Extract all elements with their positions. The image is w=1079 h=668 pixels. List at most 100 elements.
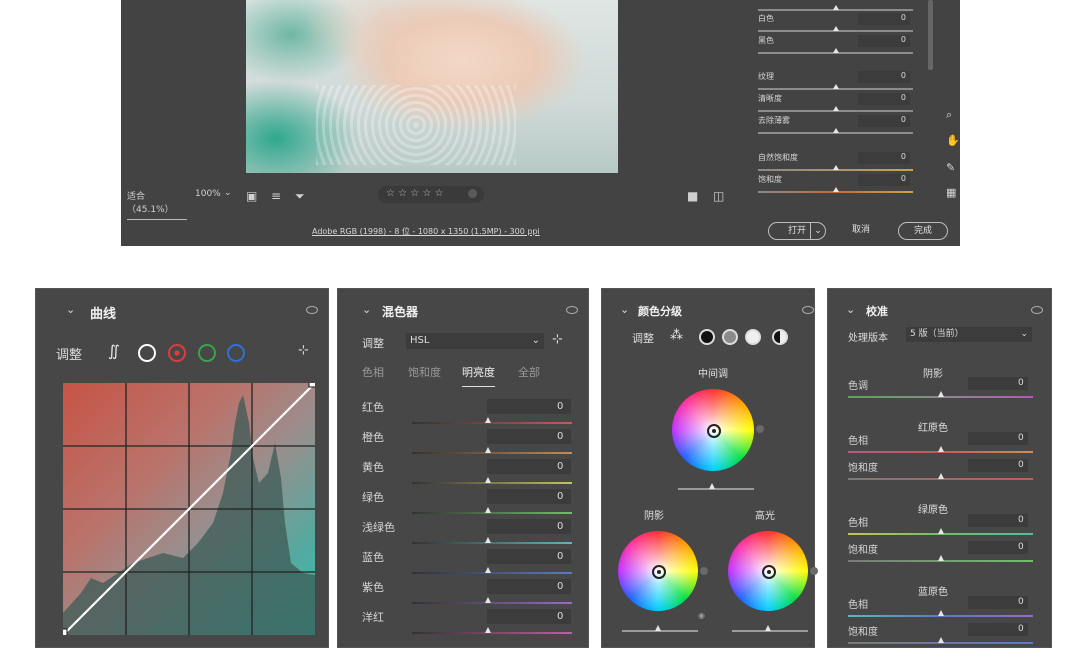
slider-thumb[interactable] [709, 483, 715, 489]
process-version-label: 处理版本 [848, 333, 888, 344]
mixer-row-aqua: 浅绿色 0 [362, 519, 572, 549]
mixer-row-purple: 紫色 0 [362, 579, 572, 609]
slider-thumb[interactable] [485, 417, 491, 423]
black-point-handle[interactable] [63, 628, 68, 635]
done-button[interactable]: 完成 [898, 222, 948, 240]
rating-stars[interactable]: ☆ ☆ ☆ ☆ ☆ [386, 188, 444, 199]
slider-thumb[interactable] [938, 391, 944, 397]
slider-thumb[interactable] [833, 84, 839, 89]
slider-thumb[interactable] [485, 627, 491, 633]
blue-channel-button[interactable] [227, 344, 245, 362]
slider-row-dehaze: 去除薄雾 0 [758, 115, 928, 143]
adjust-select[interactable]: HSL ⌄ [406, 333, 544, 349]
eyedropper-tool-icon[interactable]: ✎ [946, 161, 955, 174]
slider-thumb[interactable] [938, 610, 944, 616]
chevron-down-icon[interactable]: ⌄ [224, 188, 232, 198]
process-version-select[interactable]: 5 版（当前） ⌄ [906, 327, 1032, 342]
before-after-icon[interactable]: ▣ [246, 189, 257, 203]
three-way-view-icon[interactable]: ⁂ [670, 328, 683, 343]
tab-saturation[interactable]: 饱和度 [408, 364, 441, 380]
wheel-handle[interactable] [707, 424, 721, 438]
midtones-label: 中间调 [698, 369, 728, 380]
eye-icon[interactable] [802, 306, 814, 314]
midtones-luminance-slider[interactable] [678, 488, 754, 490]
midtones-view-button[interactable] [722, 329, 738, 345]
parametric-curve-icon[interactable]: ∬ [108, 342, 120, 360]
tab-luminance[interactable]: 明亮度 [462, 364, 495, 387]
slider-thumb[interactable] [655, 625, 661, 631]
curves-panel: ⌄ 曲线 调整 ∬ ⊹ [35, 288, 329, 648]
fill-screen-icon[interactable]: ■ [687, 189, 698, 203]
chevron-down-icon: ⌄ [531, 335, 540, 346]
slider-thumb[interactable] [833, 5, 839, 10]
adjust-label: 调整 [632, 332, 654, 345]
highlights-color-wheel[interactable] [728, 531, 808, 611]
cancel-button[interactable]: 取消 [838, 222, 884, 238]
mixer-row-magenta: 洋红 0 [362, 609, 572, 639]
open-button[interactable]: 打开 ⌄ [768, 222, 826, 240]
image-info-link[interactable]: Adobe RGB (1998) - 8 位 - 1080 x 1350 (1.… [312, 226, 540, 237]
color-label-dot[interactable] [468, 189, 477, 198]
compare-view-icon[interactable]: ◫ [713, 189, 724, 203]
midtones-color-wheel[interactable] [672, 389, 754, 471]
adjust-label: 调整 [362, 337, 384, 350]
slider-thumb[interactable] [833, 165, 839, 170]
shadows-label: 阴影 [644, 511, 664, 522]
slider-thumb[interactable] [485, 507, 491, 513]
eye-icon[interactable] [1031, 306, 1043, 314]
wheel-lum-dot[interactable] [700, 567, 708, 575]
grid-tool-icon[interactable]: ▦ [946, 186, 956, 199]
slider-thumb[interactable] [833, 26, 839, 31]
chevron-down-icon[interactable]: ⌄ [66, 303, 75, 316]
zoom-fit-select[interactable]: 适合（45.1%） [127, 189, 187, 220]
slider-thumb[interactable] [938, 446, 944, 452]
chevron-down-icon[interactable]: ⌄ [620, 303, 629, 316]
slider-thumb[interactable] [833, 187, 839, 192]
highlights-view-button[interactable] [745, 329, 761, 345]
slider-thumb[interactable] [485, 447, 491, 453]
slider-thumb[interactable] [938, 473, 944, 479]
panel-title: 颜色分级 [638, 305, 682, 318]
wheel-lum-dot[interactable] [756, 425, 764, 433]
filter-icon[interactable]: ⏷ [295, 189, 305, 204]
wheel-lum-dot[interactable] [810, 567, 818, 575]
chevron-down-icon[interactable]: ⌄ [846, 303, 855, 316]
global-view-button[interactable] [772, 329, 788, 345]
slider-thumb[interactable] [938, 528, 944, 534]
tab-hue[interactable]: 色相 [362, 364, 384, 380]
chevron-down-icon[interactable]: ⌄ [362, 303, 371, 316]
slider-thumb[interactable] [938, 555, 944, 561]
rgb-channel-button[interactable] [138, 344, 156, 362]
calib-row-red-hue: 色相 0 [848, 432, 1038, 460]
eye-icon[interactable] [306, 306, 318, 314]
slider-thumb[interactable] [765, 625, 771, 631]
target-adjust-icon[interactable]: ⊹ [298, 343, 309, 358]
eye-icon[interactable]: ◉ [698, 611, 705, 620]
wheel-handle[interactable] [652, 565, 666, 579]
curve-graph[interactable] [63, 383, 315, 635]
tab-all[interactable]: 全部 [518, 364, 540, 380]
slider-thumb[interactable] [938, 637, 944, 643]
slider-thumb[interactable] [833, 106, 839, 111]
panel-scrollbar[interactable] [928, 0, 933, 70]
slider-thumb[interactable] [485, 567, 491, 573]
slider-thumb[interactable] [833, 48, 839, 53]
shadows-view-button[interactable] [699, 329, 715, 345]
chevron-down-icon[interactable]: ⌄ [810, 223, 825, 239]
sort-icon[interactable]: ≡ [271, 189, 281, 203]
shadows-color-wheel[interactable] [618, 531, 698, 611]
hand-tool-icon[interactable]: ✋ [946, 134, 960, 147]
slider-thumb[interactable] [485, 537, 491, 543]
zoom-percent-select[interactable]: 100% [195, 189, 221, 199]
slider-thumb[interactable] [833, 128, 839, 133]
eye-icon[interactable] [566, 306, 578, 314]
red-channel-button[interactable] [168, 344, 186, 362]
target-adjust-icon[interactable]: ⊹ [552, 332, 563, 347]
color-mixer-panel: ⌄ 混色器 调整 HSL ⌄ ⊹ 色相 饱和度 明亮度 全部 红色 0 橙色 0… [337, 288, 589, 648]
green-channel-button[interactable] [198, 344, 216, 362]
zoom-tool-icon[interactable]: ⌕ [946, 108, 952, 122]
white-point-handle[interactable] [308, 383, 315, 388]
wheel-handle[interactable] [762, 565, 776, 579]
slider-thumb[interactable] [485, 477, 491, 483]
slider-thumb[interactable] [485, 597, 491, 603]
